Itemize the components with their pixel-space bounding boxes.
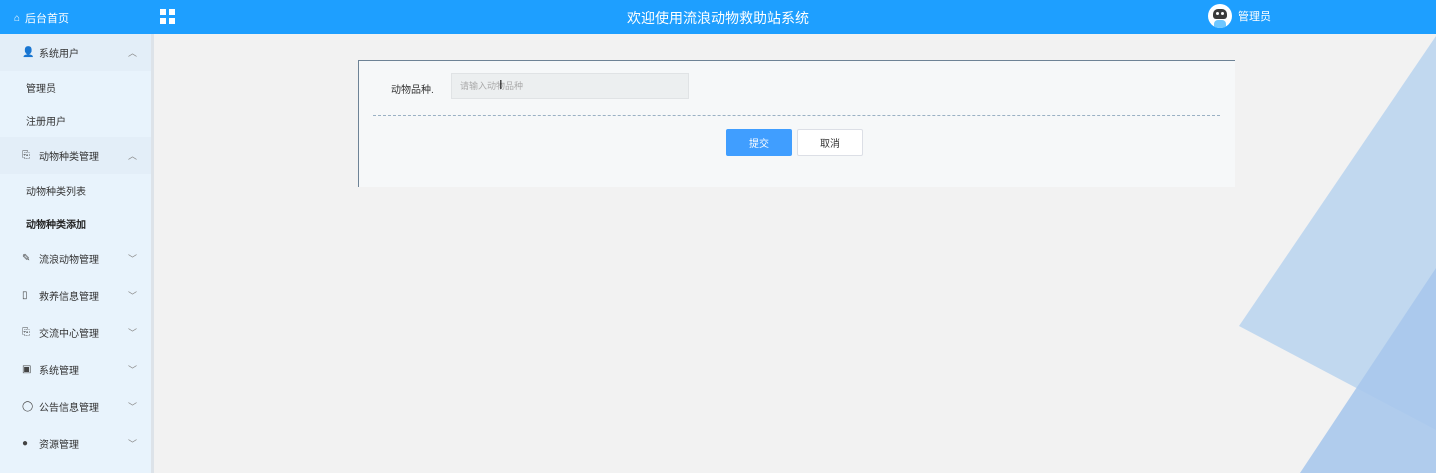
document-icon: ▯ <box>22 290 28 301</box>
avatar <box>1208 4 1232 28</box>
chevron-up-icon: ︿ <box>127 48 137 58</box>
bulb-icon: ● <box>22 438 29 449</box>
image-icon: ▣ <box>22 364 32 375</box>
sidebar-item-label: 动物种类添加 <box>26 220 86 231</box>
folder-icon: ⎘ <box>22 150 30 161</box>
top-navbar: ⌂ 后台首页 欢迎使用流浪动物救助站系统 管理员 <box>0 0 1436 34</box>
sidebar-group-label: 动物种类管理 <box>39 152 99 163</box>
breed-input-placeholder: 请输入动物品种 <box>460 81 524 91</box>
sidebar-group-resources[interactable]: ● 资源管理 ﹀ <box>0 425 151 462</box>
chevron-down-icon: ﹀ <box>127 439 137 449</box>
user-menu[interactable]: 管理员 <box>1208 4 1271 28</box>
sidebar-group-adoption-info[interactable]: ▯ 救养信息管理 ﹀ <box>0 277 151 314</box>
sidebar-item-label: 注册用户 <box>26 117 66 128</box>
chevron-down-icon: ﹀ <box>127 254 137 264</box>
username: 管理员 <box>1238 11 1271 23</box>
sidebar-group-label: 资源管理 <box>39 440 79 451</box>
sidebar-group-label: 公告信息管理 <box>39 403 99 414</box>
text-cursor-icon: I <box>499 77 503 92</box>
sidebar-group-label: 流浪动物管理 <box>39 255 99 266</box>
sidebar-group-label: 救养信息管理 <box>39 292 99 303</box>
sidebar-menu: 👤 系统用户 ︿ 管理员 注册用户 ⎘ 动物种类管理 ︿ 动物种类列表 动物种类… <box>0 34 151 462</box>
sidebar-group-label: 系统管理 <box>39 366 79 377</box>
folder-icon: ⎘ <box>22 327 30 338</box>
add-animal-type-form: 动物品种. 请输入动物品种 I 提交 取消 <box>358 60 1235 187</box>
user-icon: 👤 <box>22 47 35 58</box>
chevron-up-icon: ︿ <box>127 151 137 161</box>
chevron-down-icon: ﹀ <box>127 402 137 412</box>
sidebar: 👤 系统用户 ︿ 管理员 注册用户 ⎘ 动物种类管理 ︿ 动物种类列表 动物种类… <box>0 34 154 473</box>
chevron-down-icon: ﹀ <box>127 328 137 338</box>
form-divider <box>373 115 1220 116</box>
sidebar-group-system-users[interactable]: 👤 系统用户 ︿ <box>0 34 151 71</box>
sidebar-item-admin[interactable]: 管理员 <box>0 71 151 104</box>
sidebar-group-label: 交流中心管理 <box>39 329 99 340</box>
circle-icon: ◯ <box>22 401 34 412</box>
sidebar-item-registered-users[interactable]: 注册用户 <box>0 104 151 137</box>
sidebar-group-announcements[interactable]: ◯ 公告信息管理 ﹀ <box>0 388 151 425</box>
breed-field-label: 动物品种. <box>391 85 434 96</box>
sidebar-group-animal-types[interactable]: ⎘ 动物种类管理 ︿ <box>0 137 151 174</box>
sidebar-item-animal-type-list[interactable]: 动物种类列表 <box>0 174 151 207</box>
chevron-down-icon: ﹀ <box>127 365 137 375</box>
chevron-down-icon: ﹀ <box>127 291 137 301</box>
sidebar-group-forum[interactable]: ⎘ 交流中心管理 ﹀ <box>0 314 151 351</box>
cancel-button[interactable]: 取消 <box>797 129 863 156</box>
submit-button[interactable]: 提交 <box>726 129 792 156</box>
edit-icon: ✎ <box>22 253 31 264</box>
sidebar-group-stray-animals[interactable]: ✎ 流浪动物管理 ﹀ <box>0 240 151 277</box>
sidebar-item-animal-type-add[interactable]: 动物种类添加 <box>0 207 151 240</box>
sidebar-group-system-management[interactable]: ▣ 系统管理 ﹀ <box>0 351 151 388</box>
sidebar-group-label: 系统用户 <box>39 49 79 60</box>
breed-input[interactable]: 请输入动物品种 <box>451 73 689 99</box>
sidebar-item-label: 动物种类列表 <box>26 187 86 198</box>
sidebar-item-label: 管理员 <box>26 84 56 95</box>
